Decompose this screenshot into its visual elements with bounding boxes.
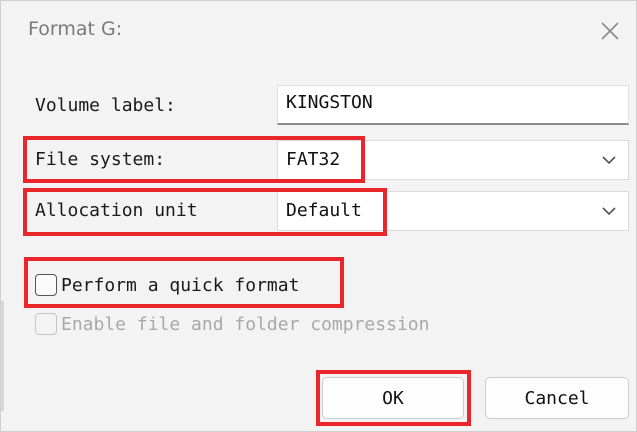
compression-option: Enable file and folder compression: [35, 312, 429, 336]
volume-label-label: Volume label:: [35, 95, 176, 116]
quick-format-option[interactable]: Perform a quick format: [35, 273, 299, 297]
left-edge-strip: [1, 301, 4, 411]
file-system-label: File system:: [35, 149, 166, 170]
chevron-down-icon: [602, 156, 616, 165]
quick-format-label: Perform a quick format: [61, 274, 300, 296]
file-system-value: FAT32: [286, 149, 341, 170]
title-bar: Format G:: [1, 1, 636, 63]
volume-label-value: KINGSTON: [286, 92, 373, 113]
close-button[interactable]: [592, 13, 628, 49]
allocation-unit-value: Default: [286, 200, 362, 221]
format-dialog: Format G: Volume label: KINGSTON File sy…: [0, 0, 637, 432]
allocation-unit-dropdown[interactable]: Default: [277, 191, 629, 231]
cancel-button[interactable]: Cancel: [485, 377, 629, 419]
compression-checkbox: [35, 313, 57, 335]
ok-button[interactable]: OK: [322, 377, 464, 419]
dialog-title: Format G:: [28, 18, 123, 40]
allocation-unit-label: Allocation unit: [35, 200, 198, 221]
compression-label: Enable file and folder compression: [61, 313, 430, 335]
file-system-dropdown[interactable]: FAT32: [277, 140, 629, 180]
quick-format-checkbox[interactable]: [35, 274, 57, 296]
chevron-down-icon: [602, 207, 616, 216]
volume-label-input[interactable]: KINGSTON: [277, 85, 629, 125]
close-icon: [601, 22, 619, 40]
